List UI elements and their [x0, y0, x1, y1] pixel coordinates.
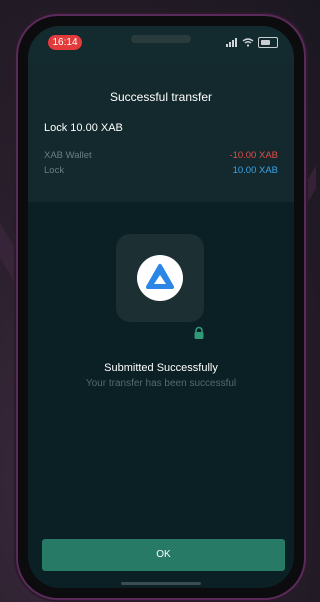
notch: [131, 35, 191, 43]
app-screen: 16:14 Successful transfer Lock 10.00 XAB…: [28, 26, 294, 588]
ledger-row-label: XAB Wallet: [44, 150, 92, 161]
transfer-summary: Successful transfer Lock 10.00 XAB XAB W…: [28, 62, 294, 202]
status-bar: 16:14: [28, 26, 294, 62]
status-icons: [226, 35, 278, 49]
battery-icon: [258, 36, 278, 48]
ledger-row: Lock 10.00 XAB: [44, 165, 278, 176]
ok-button[interactable]: OK: [42, 539, 285, 571]
app-logo-badge: [116, 234, 204, 322]
lock-amount-line: Lock 10.00 XAB: [44, 122, 123, 134]
home-indicator: [121, 582, 201, 585]
ledger-row: XAB Wallet -10.00 XAB: [44, 150, 278, 161]
signal-icon: [226, 37, 238, 47]
success-message-subtitle: Your transfer has been successful: [85, 378, 237, 389]
ledger-row-label: Lock: [44, 165, 65, 176]
padlock-icon: [194, 326, 204, 339]
success-message-title: Submitted Successfully: [104, 362, 218, 374]
phone-frame: 16:14 Successful transfer Lock 10.00 XAB…: [18, 16, 304, 598]
blue-triangle-logo-icon: [137, 255, 183, 301]
ledger-row-amount: -10.00 XAB: [229, 150, 278, 161]
page-title: Successful transfer: [109, 90, 213, 104]
status-time: 16:14: [48, 35, 82, 50]
wifi-icon: [242, 38, 254, 47]
ledger-row-amount: 10.00 XAB: [232, 165, 278, 176]
